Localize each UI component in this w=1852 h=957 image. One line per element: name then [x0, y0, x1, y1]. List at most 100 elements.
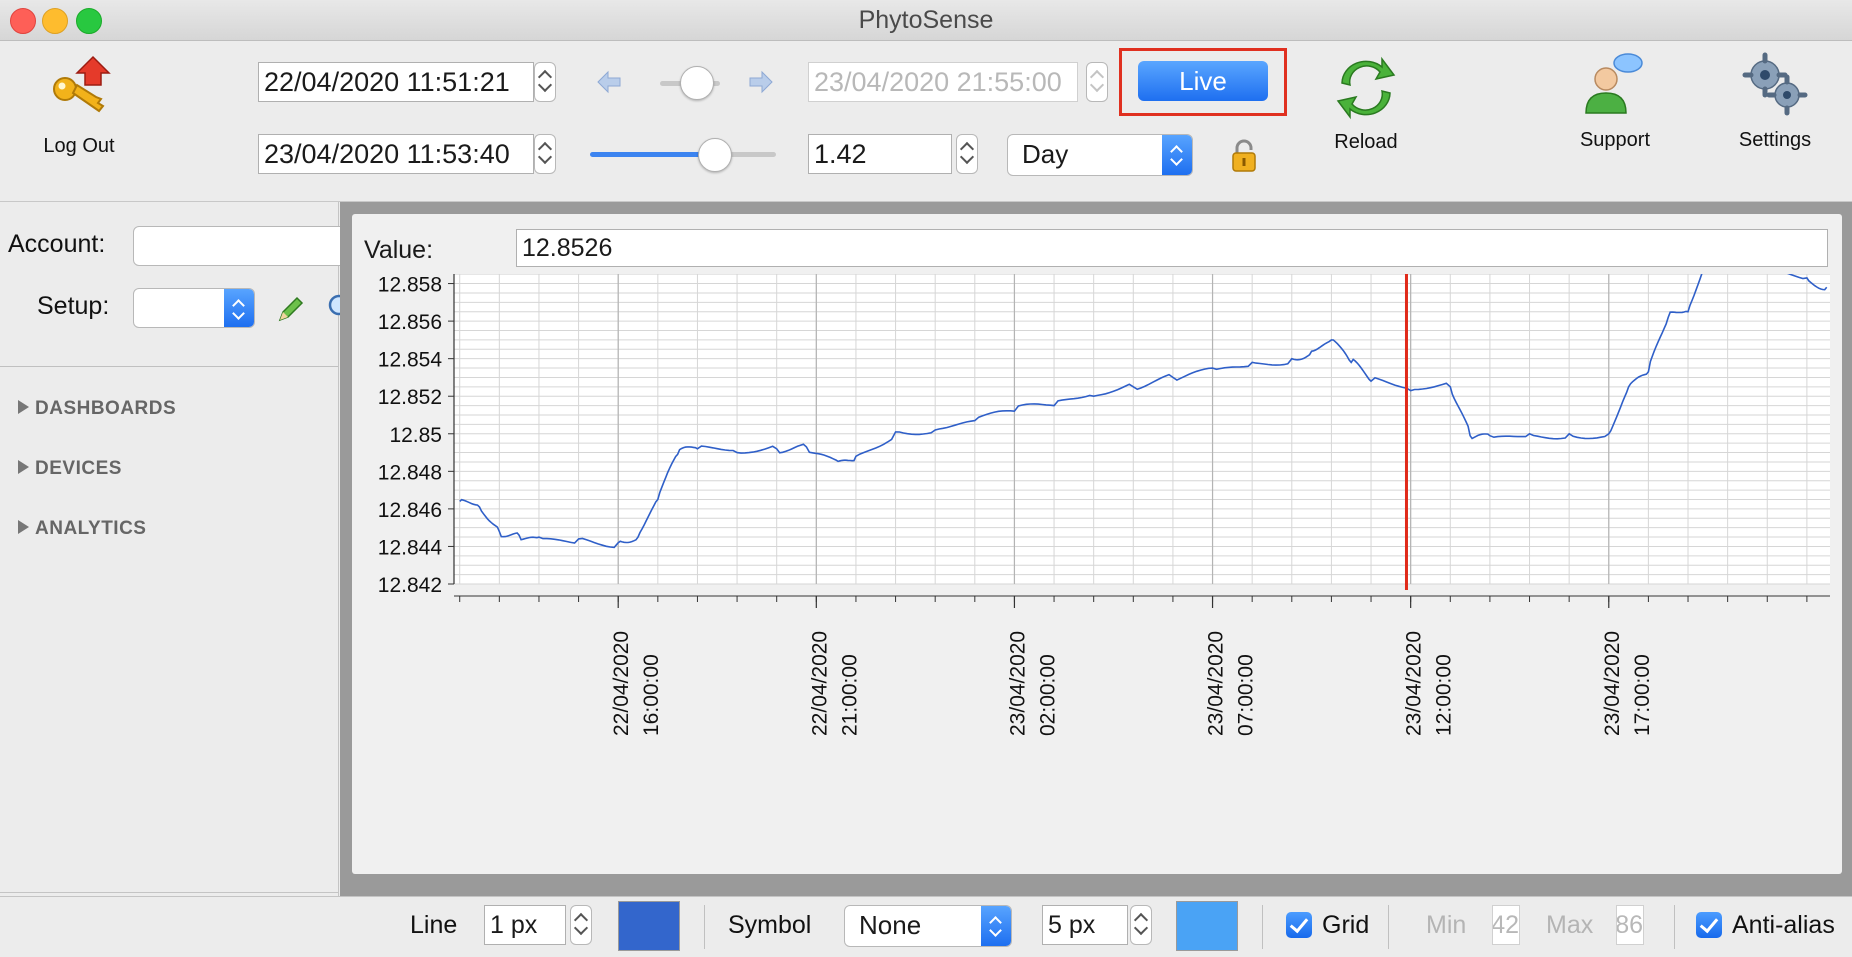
settings-label: Settings	[1738, 129, 1812, 151]
key-logout-icon	[53, 55, 111, 113]
edit-setup-button[interactable]	[276, 294, 306, 324]
separator	[1674, 905, 1675, 949]
nav-analytics[interactable]: ANALYTICS	[18, 518, 146, 540]
nav-dashboards[interactable]: DASHBOARDS	[18, 398, 176, 420]
symbol-color-well[interactable]	[1176, 901, 1238, 951]
window-title: PhytoSense	[858, 6, 994, 34]
start-datetime-stepper[interactable]	[534, 62, 556, 102]
support-button[interactable]: Support	[1560, 51, 1670, 183]
separator	[1388, 905, 1389, 949]
x-tick-label-date: 23/04/2020	[1006, 631, 1029, 736]
zoom-slider-fill	[590, 152, 714, 157]
x-tick-label: 22/04/2020 21:00:00	[808, 631, 861, 736]
period-select[interactable]: Day	[1007, 134, 1193, 176]
y-tick-label: 12.852	[378, 386, 442, 409]
bottom-bar: Line 1 px Symbol None 5 px Grid Min 42 M…	[0, 896, 1852, 957]
step-back-button[interactable]	[596, 69, 622, 95]
symbol-label: Symbol	[728, 911, 812, 939]
separator	[1262, 905, 1263, 949]
y-tick-label: 12.854	[378, 349, 443, 372]
lock-button[interactable]	[1230, 139, 1258, 173]
disclosure-triangle-icon	[18, 459, 29, 474]
reload-button[interactable]: Reload	[1312, 53, 1420, 183]
x-tick-label-date: 23/04/2020	[1205, 631, 1228, 736]
live-datetime-field: 23/04/2020 21:55:00	[808, 62, 1078, 102]
support-label: Support	[1579, 129, 1651, 151]
reload-label: Reload	[1334, 131, 1398, 153]
x-tick-label-time: 17:00:00	[1631, 654, 1654, 736]
reload-icon	[1336, 56, 1396, 120]
line-label: Line	[410, 911, 458, 939]
symbol-size-stepper[interactable]	[1130, 905, 1152, 945]
setup-select[interactable]	[133, 288, 255, 328]
y-tick-label: 12.842	[378, 574, 442, 597]
end-datetime-stepper[interactable]	[534, 134, 556, 174]
support-person-icon	[1585, 53, 1643, 114]
toolbar: Log Out 22/04/2020 11:51:21 23/04/2020 1…	[0, 41, 1852, 202]
y-tick-label: 12.85	[389, 424, 442, 447]
sidebar-footer-divider	[0, 892, 338, 893]
period-select-chevron-icon	[1162, 135, 1192, 175]
x-tick-label: 23/04/2020 02:00:00	[1006, 631, 1059, 736]
value-field[interactable]: 12.8526	[516, 229, 1828, 267]
antialias-label: Anti-alias	[1732, 911, 1835, 939]
grid-label: Grid	[1322, 911, 1370, 939]
padlock-icon	[1232, 139, 1256, 172]
step-forward-button[interactable]	[748, 69, 774, 95]
nav-analytics-label: ANALYTICS	[35, 518, 147, 539]
arrow-left-icon	[597, 70, 621, 94]
x-tick-label: 22/04/2020 16:00:00	[610, 631, 663, 736]
disclosure-triangle-icon	[18, 519, 29, 534]
title-bar: PhytoSense	[0, 0, 1852, 41]
sidebar-divider	[0, 366, 338, 367]
x-tick-label-date: 22/04/2020	[610, 631, 633, 736]
account-select[interactable]	[133, 226, 375, 266]
separator	[704, 905, 705, 949]
zoom-value-stepper[interactable]	[956, 134, 978, 174]
start-datetime-field[interactable]: 22/04/2020 11:51:21	[258, 62, 534, 102]
x-tick-label: 23/04/2020 12:00:00	[1403, 631, 1456, 736]
x-tick-label-time: 02:00:00	[1036, 654, 1059, 736]
symbol-select[interactable]: None	[844, 905, 1012, 947]
logout-label: Log Out	[43, 135, 115, 157]
x-tick-label-time: 16:00:00	[640, 654, 663, 736]
logout-button[interactable]: Log Out	[30, 53, 128, 173]
end-datetime-field[interactable]: 23/04/2020 11:53:40	[258, 134, 534, 174]
x-tick-label-date: 23/04/2020	[1403, 631, 1426, 736]
symbol-size-field[interactable]: 5 px	[1042, 905, 1128, 945]
setup-select-chevron-icon	[224, 289, 254, 327]
x-tick-label-time: 12:00:00	[1433, 654, 1456, 736]
grid-checkbox[interactable]	[1286, 912, 1312, 938]
zoom-slider[interactable]	[698, 138, 732, 172]
account-label: Account:	[8, 230, 106, 258]
y-tick-label: 12.858	[378, 274, 442, 297]
y-tick-label: 12.856	[378, 311, 442, 334]
period-select-value: Day	[1022, 139, 1069, 169]
sidebar: Account: Setup: DASHBOARDS DEVICES ANALY…	[0, 202, 392, 956]
chart-panel: Value: 12.8526 12.8612.85812.85612.85412…	[352, 214, 1842, 874]
zoom-value-field[interactable]: 1.42	[808, 134, 952, 174]
line-width-field[interactable]: 1 px	[484, 905, 566, 945]
nav-devices-label: DEVICES	[35, 458, 122, 479]
disclosure-triangle-icon	[18, 399, 29, 414]
antialias-checkbox[interactable]	[1696, 912, 1722, 938]
settings-button[interactable]: Settings	[1722, 51, 1828, 183]
setup-label: Setup:	[37, 292, 110, 320]
live-datetime-stepper	[1086, 62, 1108, 102]
x-tick-label-date: 22/04/2020	[808, 631, 831, 736]
y-tick-label: 12.844	[378, 536, 443, 559]
symbol-select-value: None	[859, 910, 922, 940]
live-button[interactable]: Live	[1138, 61, 1268, 101]
line-color-well[interactable]	[618, 901, 680, 951]
time-shift-slider[interactable]	[680, 66, 714, 100]
max-value-field: 86	[1616, 905, 1644, 945]
x-tick-label: 23/04/2020 17:00:00	[1601, 631, 1654, 736]
symbol-select-chevron-icon	[981, 906, 1011, 946]
line-chart[interactable]: 12.8612.85812.85612.85412.85212.8512.848…	[352, 274, 1842, 874]
x-tick-label: 23/04/2020 07:00:00	[1205, 631, 1258, 736]
x-tick-label-time: 07:00:00	[1235, 654, 1258, 736]
line-width-stepper[interactable]	[570, 905, 592, 945]
nav-devices[interactable]: DEVICES	[18, 458, 122, 480]
x-tick-label-date: 23/04/2020	[1601, 631, 1624, 736]
y-tick-label: 12.846	[378, 499, 442, 522]
